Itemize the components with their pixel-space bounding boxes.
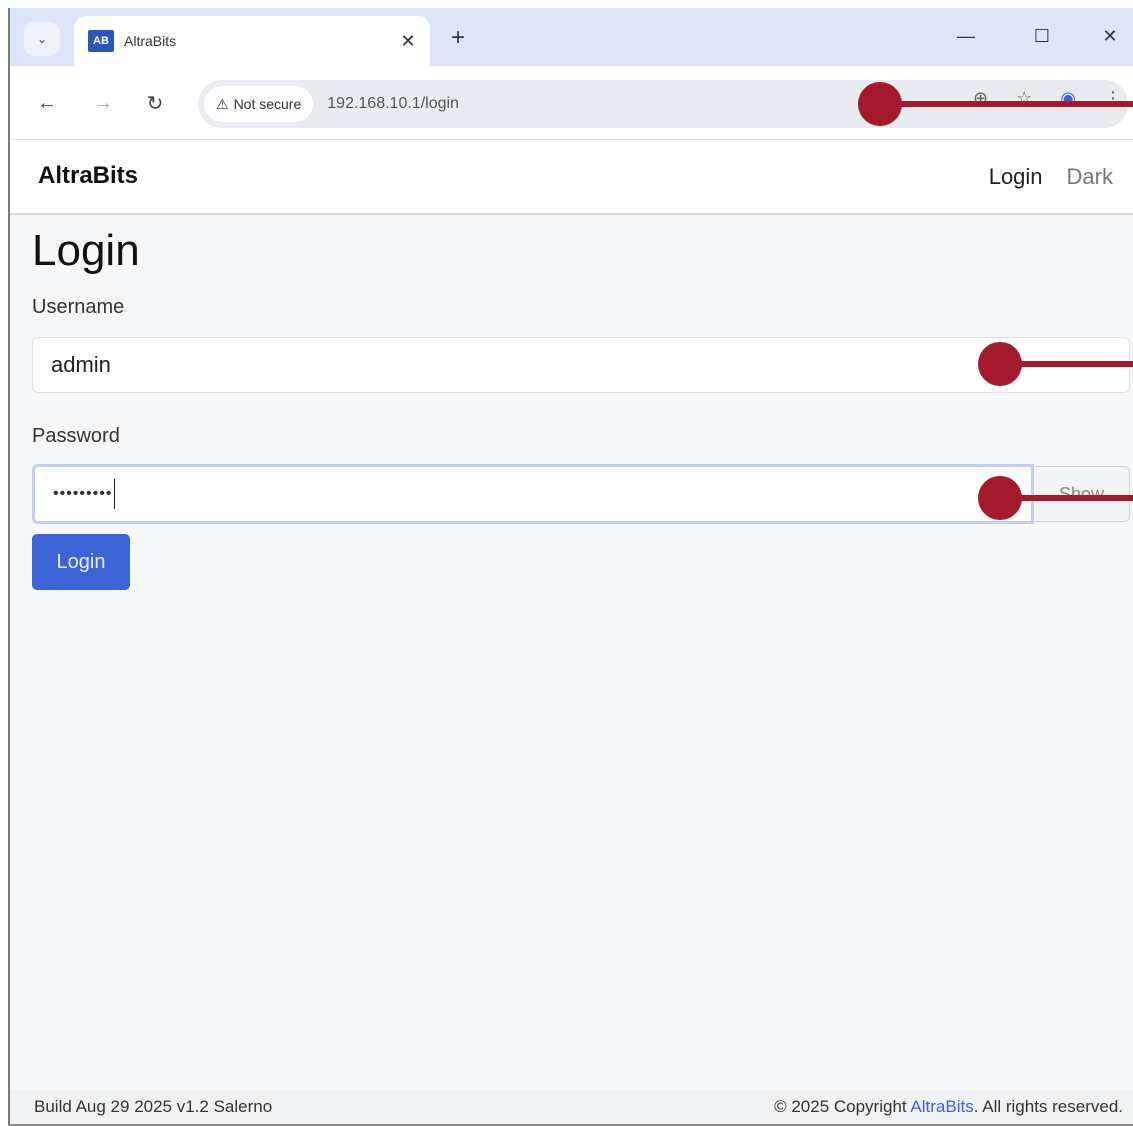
marker-line (898, 101, 1133, 107)
tab-search-button[interactable]: ⌄ (24, 22, 60, 56)
marker-dot (978, 342, 1022, 386)
favicon-icon: AB (88, 30, 114, 52)
marker-line (1018, 361, 1133, 367)
url-text[interactable]: 192.168.10.1/login (327, 95, 459, 113)
username-field[interactable]: admin (32, 337, 1130, 393)
username-value: admin (51, 352, 111, 377)
forward-icon[interactable]: → (88, 88, 118, 118)
warning-icon: ⚠ (216, 95, 229, 112)
chevron-down-icon: ⌄ (36, 32, 48, 46)
minimize-button[interactable]: — (946, 20, 986, 52)
password-label: Password (32, 425, 120, 447)
text-caret (114, 479, 116, 509)
copyright-suffix: . All rights reserved. (973, 1097, 1123, 1116)
brand-logo[interactable]: AltraBits (38, 162, 138, 190)
nav-login-link[interactable]: Login (989, 164, 1043, 190)
copyright-prefix: © 2025 Copyright (774, 1097, 911, 1116)
new-tab-button[interactable]: + (442, 22, 474, 54)
back-icon[interactable]: ← (32, 88, 62, 118)
annotation-marker-address (858, 82, 1133, 126)
browser-window: ⌄ AB AltraBits ✕ + — ☐ ✕ ← → ↻ ⚠ Not sec… (8, 8, 1133, 1126)
annotation-marker-username (978, 342, 1133, 386)
marker-dot (978, 476, 1022, 520)
reload-icon[interactable]: ↻ (140, 88, 170, 118)
login-form: Login Username admin Password ••••••••• … (32, 220, 1130, 590)
page-footer: Build Aug 29 2025 v1.2 Salerno © 2025 Co… (10, 1090, 1133, 1124)
browser-tab[interactable]: AB AltraBits ✕ (74, 16, 430, 66)
build-info: Build Aug 29 2025 v1.2 Salerno (34, 1097, 273, 1116)
dark-mode-toggle[interactable]: Dark (1067, 164, 1113, 190)
tab-title: AltraBits (124, 33, 177, 49)
username-label: Username (32, 296, 125, 318)
tab-strip: ⌄ AB AltraBits ✕ + — ☐ ✕ (10, 8, 1133, 66)
security-chip[interactable]: ⚠ Not secure (204, 86, 314, 122)
security-chip-label: Not secure (233, 96, 302, 112)
marker-line (1018, 495, 1133, 501)
password-value: ••••••••• (53, 485, 113, 502)
page-title: Login (32, 226, 140, 275)
login-button[interactable]: Login (32, 534, 130, 590)
maximize-button[interactable]: ☐ (1022, 20, 1062, 52)
password-field[interactable]: ••••••••• (32, 464, 1034, 524)
close-window-button[interactable]: ✕ (1090, 20, 1130, 52)
marker-dot (858, 82, 902, 126)
copyright: © 2025 Copyright AltraBits. All rights r… (774, 1097, 1123, 1117)
tab-close-icon[interactable]: ✕ (394, 27, 422, 55)
app-navbar: AltraBits Login Dark (10, 140, 1133, 215)
copyright-brand-link[interactable]: AltraBits (910, 1097, 973, 1116)
password-group: ••••••••• Show (32, 464, 1130, 524)
annotation-marker-password (978, 476, 1133, 520)
nav-links: Login Dark (989, 164, 1113, 190)
